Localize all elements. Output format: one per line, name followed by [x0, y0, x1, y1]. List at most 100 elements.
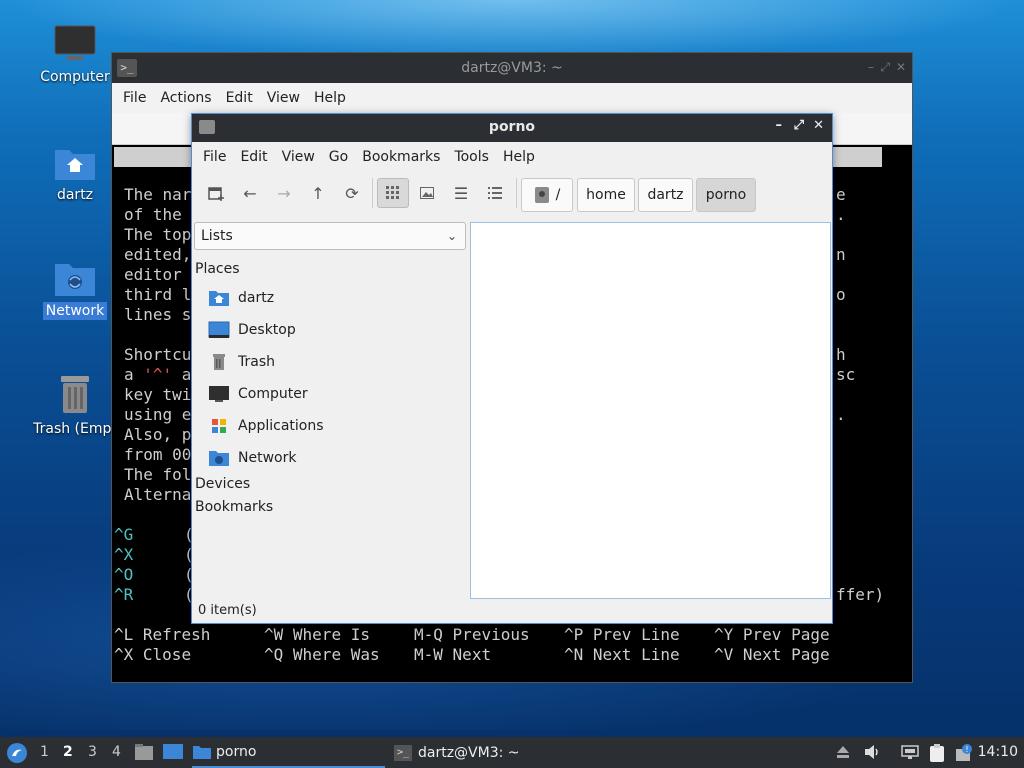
bookmarks-header[interactable]: Bookmarks [195, 499, 273, 515]
task-porno[interactable]: porno [192, 737, 385, 768]
terminal-line: Alterna [124, 485, 192, 504]
sidebar-item-dartz[interactable]: dartz [208, 286, 274, 310]
path-crumb-label: home [586, 187, 626, 203]
footer-label: Where Is [292, 625, 370, 644]
path-crumb-porno[interactable]: porno [696, 178, 756, 212]
footer-label: Previous [452, 625, 530, 644]
path-crumb-label: dartz [647, 187, 684, 203]
sidebar-item-desktop[interactable]: Desktop [208, 318, 296, 342]
footer-key: ^X [114, 645, 134, 664]
fm-menu-help[interactable]: Help [496, 149, 542, 165]
path-crumb-home[interactable]: home [577, 178, 635, 212]
new-tab-icon[interactable] [200, 178, 232, 208]
terminal-titlebar[interactable]: >_ dartz@VM3: ~ – ⤢ ✕ [112, 53, 912, 83]
folder-content-view[interactable] [470, 222, 831, 599]
terminal-fragment: ffer) [836, 585, 885, 604]
desktop-icon-computer[interactable]: Computer [30, 24, 120, 86]
show-desktop-icon[interactable] [162, 743, 184, 761]
fm-menu-file[interactable]: File [196, 149, 233, 165]
path-crumb-label: porno [705, 187, 747, 203]
file-manager-launcher-icon[interactable] [134, 743, 154, 761]
reload-icon[interactable]: ⟳ [336, 178, 368, 208]
terminal-line: The nar [124, 185, 192, 204]
places-header: Places [195, 261, 240, 277]
desktop-icon-network[interactable]: Network [30, 258, 120, 320]
sidebar-item-label: Trash [238, 354, 275, 370]
nano-footer-item: ^N Next Line [564, 645, 680, 665]
terminal-menu-help[interactable]: Help [307, 90, 353, 106]
nano-footer-item: ^X Close [114, 645, 191, 665]
fm-menu-edit[interactable]: Edit [233, 149, 274, 165]
sidebar-item-label: Desktop [238, 322, 296, 338]
trash-icon [61, 376, 89, 413]
footer-label: Prev Line [592, 625, 680, 644]
sidebar-item-trash[interactable]: Trash [208, 350, 275, 374]
clipboard-icon[interactable] [928, 743, 946, 763]
terminal-menu-file[interactable]: File [116, 90, 153, 106]
desktop-icon-trash[interactable]: Trash (Empt [30, 374, 120, 438]
workspace-3[interactable]: 3 [88, 744, 97, 760]
sidebar-item-label: dartz [238, 290, 275, 306]
start-menu-icon[interactable] [6, 742, 28, 764]
network-status-icon[interactable] [900, 743, 920, 761]
sidebar-item-network[interactable]: Network [208, 446, 296, 470]
svg-text:!: ! [965, 745, 968, 754]
sidebar-item-applications[interactable]: Applications [208, 414, 324, 438]
clock[interactable]: 14:10 [978, 744, 1018, 760]
nano-footer-item: ^Y Prev Page [714, 625, 830, 645]
compact-view-icon[interactable]: ☰ [445, 178, 477, 208]
terminal-line: lines s [124, 305, 192, 324]
home-folder-icon [209, 291, 229, 306]
workspace-2[interactable]: 2 [63, 744, 73, 760]
close-icon[interactable]: ✕ [896, 60, 906, 74]
terminal-line: Also, p [124, 425, 192, 444]
desktop-icon-label: dartz [56, 187, 94, 203]
back-arrow-icon[interactable]: ← [234, 178, 266, 208]
desktop-icon-label: Trash (Empt [33, 421, 117, 437]
sidebar-item-computer[interactable]: Computer [208, 382, 308, 406]
monitor-icon [54, 25, 96, 60]
file-manager-window[interactable]: porno – ⤢ ✕ File Edit View Go Bookmarks … [191, 113, 833, 624]
thumbnail-view-icon[interactable] [411, 178, 443, 208]
terminal-line-caret: a '^' a [124, 365, 191, 385]
workspace-4[interactable]: 4 [112, 744, 121, 760]
shortcut-key: ^G [114, 525, 134, 544]
minimize-icon[interactable]: – [868, 60, 874, 74]
forward-arrow-icon[interactable]: → [268, 178, 300, 208]
nano-footer-item: ^L Refresh [114, 625, 210, 645]
terminal-line: key twi [124, 385, 192, 404]
maximize-icon[interactable]: ⤢ [794, 118, 804, 133]
terminal-line: Shortcu [124, 345, 192, 364]
footer-label: Where Was [292, 645, 380, 664]
up-arrow-icon[interactable]: ↑ [302, 178, 334, 208]
icon-view-icon[interactable] [377, 178, 409, 208]
fm-menu-tools[interactable]: Tools [447, 149, 496, 165]
fm-menu-go[interactable]: Go [322, 149, 355, 165]
volume-icon[interactable] [863, 743, 881, 761]
terminal-menu-edit[interactable]: Edit [219, 90, 260, 106]
devices-header[interactable]: Devices [195, 476, 250, 492]
wallpaper-highlight [0, 0, 1024, 60]
footer-key: ^N [564, 645, 584, 664]
desktop-icon-home[interactable]: dartz [30, 142, 120, 204]
desktop-icon [208, 321, 230, 338]
path-crumb-dartz[interactable]: dartz [638, 178, 693, 212]
footer-label: Prev Page [742, 625, 830, 644]
terminal-menu-actions[interactable]: Actions [153, 90, 218, 106]
close-icon[interactable]: ✕ [813, 118, 824, 133]
fm-menu-view[interactable]: View [275, 149, 322, 165]
updates-icon[interactable]: ! [954, 743, 974, 763]
eject-icon[interactable] [836, 743, 850, 761]
minimize-icon[interactable]: – [776, 118, 783, 133]
path-crumb-root[interactable]: / [521, 178, 573, 212]
task-terminal[interactable]: >_ dartz@VM3: ~ [394, 737, 587, 768]
detail-view-icon[interactable] [479, 178, 511, 208]
maximize-icon[interactable]: ⤢ [880, 60, 890, 75]
terminal-fragment: sc [836, 365, 856, 384]
fm-menu-bookmarks[interactable]: Bookmarks [355, 149, 447, 165]
file-manager-titlebar[interactable]: porno – ⤢ ✕ [192, 114, 832, 142]
workspace-1[interactable]: 1 [40, 744, 49, 760]
terminal-menu-view[interactable]: View [260, 90, 307, 106]
file-manager-title: porno [488, 119, 536, 135]
side-pane-mode-select[interactable]: Lists ⌄ [194, 222, 466, 250]
